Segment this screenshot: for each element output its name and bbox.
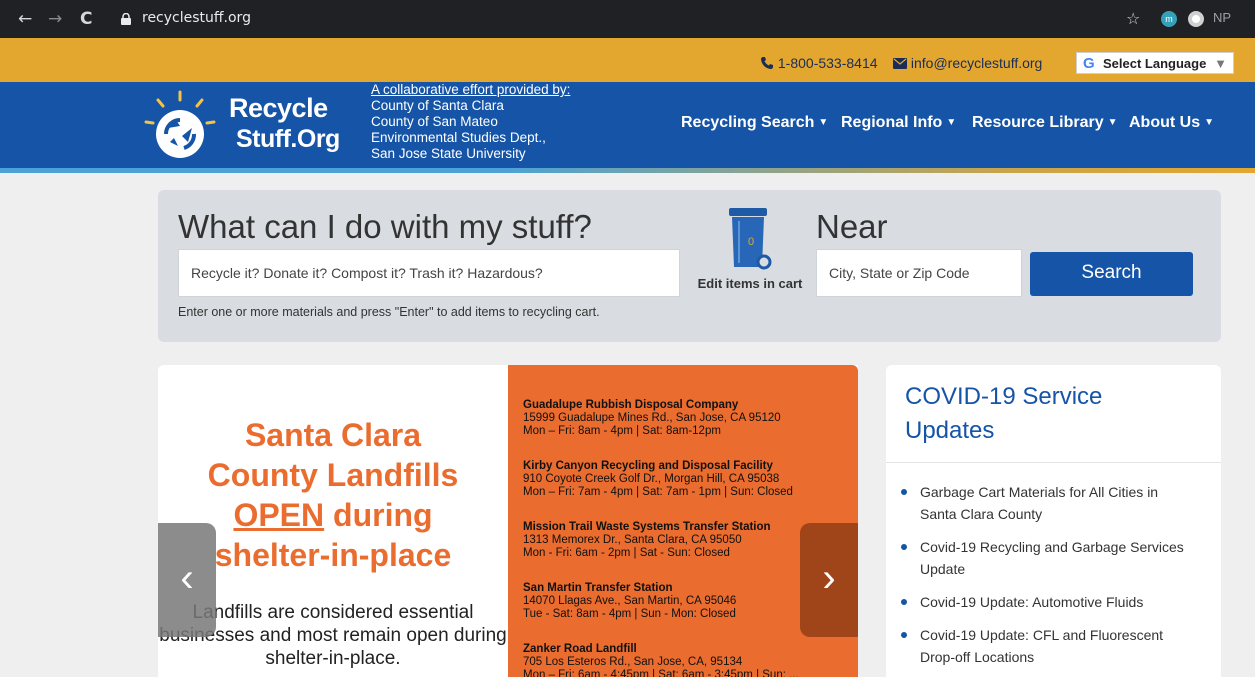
bullet-icon [901, 632, 907, 638]
lock-icon [121, 13, 131, 25]
facility-name: Kirby Canyon Recycling and Disposal Faci… [523, 460, 773, 472]
email-text[interactable]: info@recyclestuff.org [911, 55, 1042, 71]
caret-down-icon: ▼ [818, 117, 829, 128]
bookmark-star-icon[interactable]: ☆ [1126, 9, 1140, 28]
facility-name: Zanker Road Landfill [523, 643, 637, 655]
search-button[interactable]: Search [1030, 252, 1193, 296]
url-text[interactable]: recyclestuff.org [142, 10, 251, 26]
logo-text-stufforg[interactable]: Stuff.Org [236, 125, 340, 154]
facility-item: Zanker Road Landfill 705 Los Esteros Rd.… [523, 643, 799, 677]
covid-update-link[interactable]: Covid-19 Update: CFL and Fluorescent Dro… [901, 624, 1191, 668]
caret-down-icon: ▼ [1107, 117, 1118, 128]
slide-heading-line: County Landfills [207, 457, 459, 493]
covid-update-link[interactable]: Covid-19 Update: Automotive Fluids [901, 591, 1191, 613]
near-title: Near [816, 208, 888, 245]
slide-heading-rest: during [324, 497, 433, 533]
dropdown-arrow-icon: ▼ [1214, 56, 1227, 71]
collaborator-line: San Jose State University [371, 146, 526, 161]
caret-down-icon: ▼ [1204, 117, 1215, 128]
nav-label: Recycling Search [681, 114, 815, 131]
facility-name: Mission Trail Waste Systems Transfer Sta… [523, 521, 771, 533]
nav-about-us[interactable]: About Us ▼ [1129, 114, 1214, 132]
collaborator-line: County of Santa Clara [371, 98, 504, 113]
bullet-icon [901, 599, 907, 605]
search-title: What can I do with my stuff? [178, 208, 592, 245]
carousel-next-button[interactable]: › [800, 523, 858, 637]
chevron-right-icon: › [822, 556, 836, 600]
facility-hours: Mon - Fri: 6am - 2pm | Sat - Sun: Closed [523, 547, 730, 559]
recycling-cart-icon[interactable]: 0 [726, 207, 774, 273]
forward-icon[interactable]: → [48, 9, 62, 29]
facility-item: Guadalupe Rubbish Disposal Company 15999… [523, 399, 781, 438]
covid-update-text[interactable]: Covid-19 Update: CFL and Fluorescent Dro… [901, 624, 1191, 668]
facility-address: 1313 Memorex Dr., Santa Clara, CA 95050 [523, 534, 742, 546]
facility-address: 15999 Guadalupe Mines Rd., San Jose, CA … [523, 412, 781, 424]
facility-hours: Mon – Fri: 8am - 4pm | Sat: 8am-12pm [523, 425, 721, 437]
slide-heading-line: Santa Clara [244, 417, 422, 453]
nav-label: Resource Library [972, 114, 1104, 131]
language-select[interactable]: G Select Language ▼ [1076, 52, 1234, 74]
facility-address: 910 Coyote Creek Golf Dr., Morgan Hill, … [523, 473, 780, 485]
collaborators-block: A collaborative effort provided by: Coun… [371, 82, 570, 162]
bullet-icon [901, 489, 907, 495]
header-stripe [0, 168, 1255, 173]
collaborators-title[interactable]: A collaborative effort provided by: [371, 82, 570, 98]
reload-icon[interactable]: C [80, 9, 92, 29]
carousel-prev-button[interactable]: ‹ [158, 523, 216, 637]
email-link[interactable]: info@recyclestuff.org [893, 55, 1042, 71]
extension-icon[interactable]: m [1161, 11, 1177, 27]
search-hint: Enter one or more materials and press "E… [178, 305, 600, 319]
logo-text-recycle[interactable]: Recycle [229, 93, 328, 124]
facility-item: San Martin Transfer Station 14070 Llagas… [523, 582, 736, 621]
profile-avatar[interactable]: NP [1213, 10, 1231, 25]
nav-resource-library[interactable]: Resource Library ▼ [972, 114, 1118, 132]
recycle-logo-icon[interactable] [140, 88, 220, 164]
covid-title: COVID-19 Service Updates [905, 383, 1103, 444]
news-carousel: Santa Clara County Landfills OPEN during… [158, 365, 858, 677]
facility-hours: Mon – Fri: 7am - 4pm | Sat: 7am - 1pm | … [523, 486, 793, 498]
facility-hours: Tue - Sat: 8am - 4pm | Sun - Mon: Closed [523, 608, 736, 620]
extension-icon-2[interactable] [1188, 11, 1204, 27]
facility-name: Guadalupe Rubbish Disposal Company [523, 399, 739, 411]
covid-update-link[interactable]: Covid-19 Recycling and Garbage Services … [901, 536, 1191, 580]
address-bar[interactable] [108, 6, 1248, 32]
location-input[interactable]: City, State or Zip Code [816, 249, 1022, 297]
caret-down-icon: ▼ [946, 117, 957, 128]
nav-regional-info[interactable]: Regional Info ▼ [841, 114, 956, 132]
phone-icon [761, 57, 773, 69]
facility-address: 705 Los Esteros Rd., San Jose, CA, 95134 [523, 656, 743, 668]
facility-address: 14070 Llagas Ave., San Martin, CA 95046 [523, 595, 737, 607]
contact-bar [0, 38, 1255, 82]
nav-recycling-search[interactable]: Recycling Search ▼ [681, 114, 828, 132]
bullet-icon [901, 544, 907, 550]
chevron-left-icon: ‹ [180, 556, 194, 600]
covid-update-link[interactable]: Garbage Cart Materials for All Cities in… [901, 481, 1191, 525]
facility-item: Mission Trail Waste Systems Transfer Sta… [523, 521, 771, 560]
facility-name: San Martin Transfer Station [523, 582, 673, 594]
envelope-icon [893, 58, 907, 69]
open-emphasis: OPEN [233, 497, 325, 533]
language-label: Select Language [1103, 56, 1207, 71]
covid-update-text[interactable]: Covid-19 Update: Automotive Fluids [901, 591, 1191, 613]
materials-search-input[interactable]: Recycle it? Donate it? Compost it? Trash… [178, 249, 680, 297]
collaborator-line: County of San Mateo [371, 114, 498, 129]
facility-hours: Mon – Fri: 6am - 4:45pm | Sat: 6am - 3:4… [523, 669, 799, 677]
collaborator-line: Environmental Studies Dept., [371, 130, 546, 145]
covid-update-text[interactable]: Garbage Cart Materials for All Cities in… [901, 481, 1191, 525]
edit-cart-link[interactable]: Edit items in cart [694, 276, 806, 291]
facility-item: Kirby Canyon Recycling and Disposal Faci… [523, 460, 793, 499]
nav-label: About Us [1129, 114, 1201, 131]
nav-label: Regional Info [841, 114, 943, 131]
google-g-icon: G [1083, 55, 1095, 72]
divider [886, 462, 1221, 463]
cart-count: 0 [748, 236, 754, 248]
phone-link[interactable]: 1-800-533-8414 [760, 55, 878, 71]
phone-text[interactable]: 1-800-533-8414 [778, 55, 878, 71]
covid-update-text[interactable]: Covid-19 Recycling and Garbage Services … [901, 536, 1191, 580]
back-icon[interactable]: ← [18, 9, 32, 29]
